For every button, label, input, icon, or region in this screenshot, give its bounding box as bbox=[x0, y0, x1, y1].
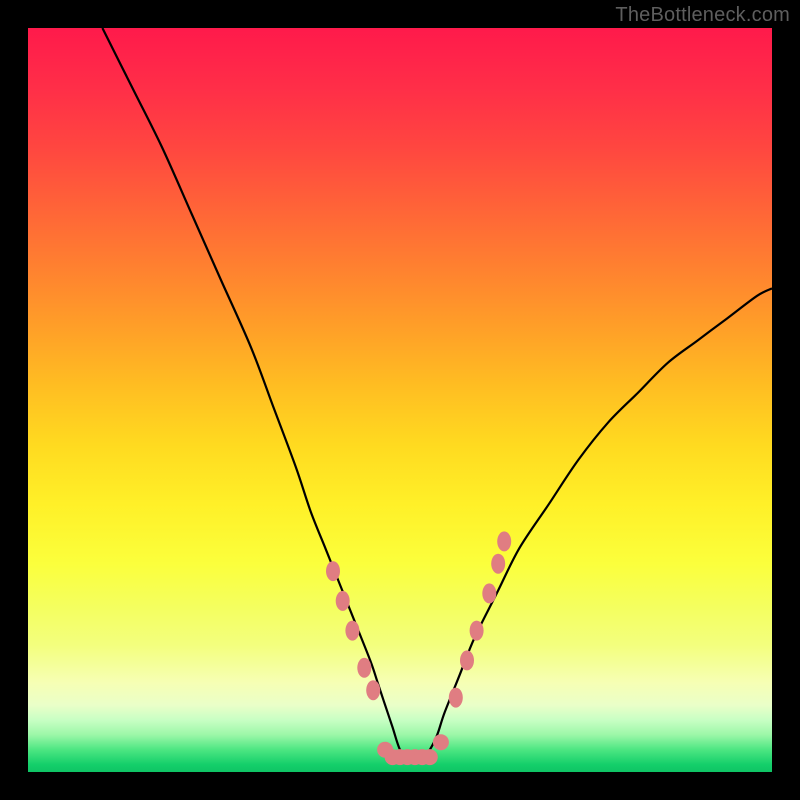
curve-marker bbox=[497, 531, 511, 551]
curve-marker bbox=[366, 680, 380, 700]
curve-marker bbox=[449, 688, 463, 708]
curve-marker bbox=[433, 734, 449, 750]
curve-marker bbox=[482, 583, 496, 603]
curve-marker bbox=[326, 561, 340, 581]
curve-path bbox=[102, 28, 772, 758]
curve-marker bbox=[336, 591, 350, 611]
plot-area bbox=[28, 28, 772, 772]
curve-layer bbox=[28, 28, 772, 772]
chart-stage: TheBottleneck.com bbox=[0, 0, 800, 800]
curve-marker bbox=[357, 658, 371, 678]
watermark-text: TheBottleneck.com bbox=[615, 4, 790, 27]
curve-marker bbox=[470, 621, 484, 641]
markers-left-branch bbox=[326, 561, 380, 700]
curve-marker bbox=[422, 749, 438, 765]
curve-marker bbox=[345, 621, 359, 641]
markers-floor bbox=[377, 734, 449, 765]
bottleneck-curve bbox=[102, 28, 772, 758]
curve-marker bbox=[491, 554, 505, 574]
curve-marker bbox=[460, 650, 474, 670]
